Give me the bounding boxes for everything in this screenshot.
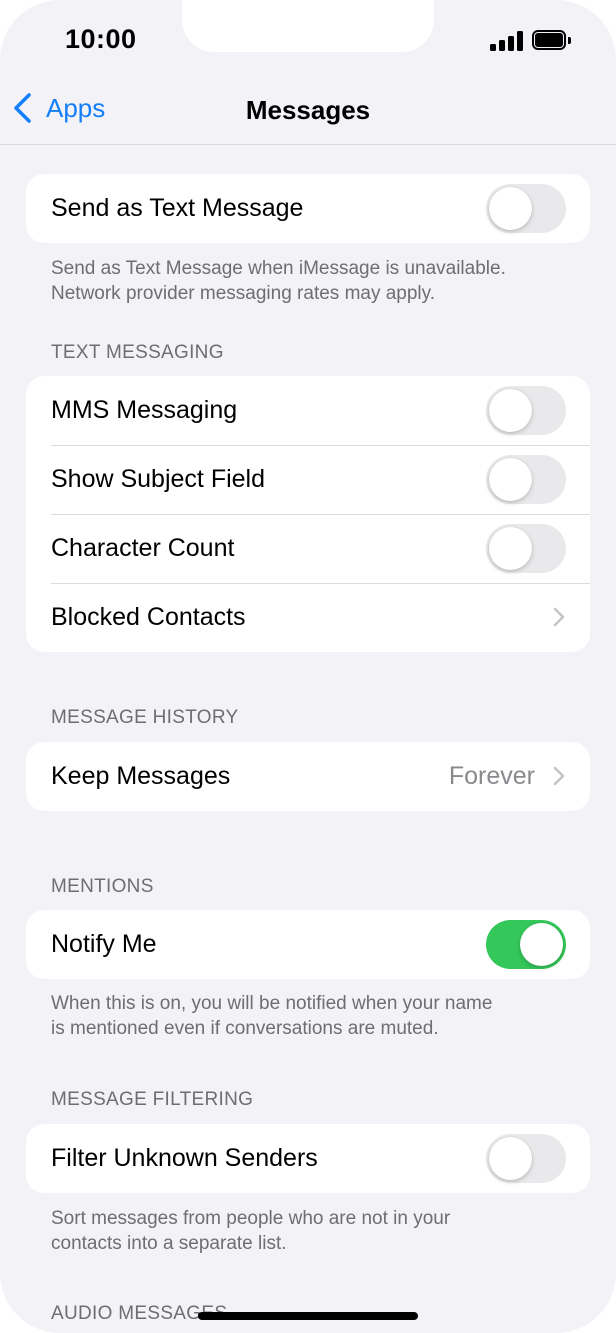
navigation-bar: Apps Messages xyxy=(0,80,616,145)
filter-unknown-senders-toggle[interactable] xyxy=(486,1134,566,1183)
footer-line: When this is on, you will be notified wh… xyxy=(51,993,493,1014)
section-header-message-history: MESSAGE HISTORY xyxy=(51,707,239,728)
send-as-text-group: Send as Text Message xyxy=(26,174,590,243)
section-header-message-filtering: MESSAGE FILTERING xyxy=(51,1089,254,1110)
chevron-right-icon xyxy=(553,766,565,786)
send-as-text-row: Send as Text Message xyxy=(26,174,590,243)
notify-me-label: Notify Me xyxy=(51,930,157,958)
show-subject-field-row: Show Subject Field xyxy=(26,445,590,514)
blocked-contacts-label: Blocked Contacts xyxy=(51,603,246,631)
footer-line: contacts into a separate list. xyxy=(51,1233,287,1254)
battery-full-icon xyxy=(532,30,572,52)
section-header-mentions: MENTIONS xyxy=(51,876,154,897)
footer-line: is mentioned even if conversations are m… xyxy=(51,1018,439,1039)
mms-messaging-row: MMS Messaging xyxy=(26,376,590,445)
mms-messaging-toggle[interactable] xyxy=(486,386,566,435)
footer-line: Network provider messaging rates may app… xyxy=(51,283,436,304)
send-as-text-toggle[interactable] xyxy=(486,184,566,233)
footer-line: Sort messages from people who are not in… xyxy=(51,1208,451,1229)
filter-unknown-senders-label: Filter Unknown Senders xyxy=(51,1144,318,1172)
character-count-toggle[interactable] xyxy=(486,524,566,573)
send-as-text-label: Send as Text Message xyxy=(51,194,304,222)
page-title: Messages xyxy=(245,95,371,125)
home-indicator[interactable] xyxy=(198,1312,418,1320)
chevron-right-icon xyxy=(553,607,565,627)
keep-messages-label: Keep Messages xyxy=(51,762,231,790)
blocked-contacts-row[interactable]: Blocked Contacts xyxy=(26,583,590,652)
character-count-row: Character Count xyxy=(26,514,590,583)
notify-me-toggle[interactable] xyxy=(486,920,566,969)
character-count-label: Character Count xyxy=(51,534,235,562)
status-bar: 10:00 xyxy=(0,0,616,80)
phone-screen: 10:00 Apps Messages Send as Text Message… xyxy=(0,0,616,1333)
section-header-text-messaging: TEXT MESSAGING xyxy=(51,342,224,363)
mms-messaging-label: MMS Messaging xyxy=(51,396,238,424)
status-time: 10:00 xyxy=(65,24,137,54)
message-filtering-group: Filter Unknown Senders xyxy=(26,1124,590,1193)
show-subject-field-label: Show Subject Field xyxy=(51,465,266,493)
mentions-group: Notify Me xyxy=(26,910,590,979)
filter-unknown-senders-row: Filter Unknown Senders xyxy=(26,1124,590,1193)
message-history-group: Keep Messages Forever xyxy=(26,742,590,811)
footer-line: Send as Text Message when iMessage is un… xyxy=(51,258,506,279)
text-messaging-group: MMS Messaging Show Subject Field Charact… xyxy=(26,376,590,652)
show-subject-field-toggle[interactable] xyxy=(486,455,566,504)
keep-messages-row[interactable]: Keep Messages Forever xyxy=(26,742,590,811)
notch xyxy=(182,0,434,52)
message-filtering-footer: Sort messages from people who are not in… xyxy=(51,1206,571,1256)
cellular-signal-icon xyxy=(490,31,523,51)
mentions-footer: When this is on, you will be notified wh… xyxy=(51,991,571,1041)
notify-me-row: Notify Me xyxy=(26,910,590,979)
send-as-text-footer: Send as Text Message when iMessage is un… xyxy=(51,256,571,306)
keep-messages-value: Forever xyxy=(448,762,535,790)
